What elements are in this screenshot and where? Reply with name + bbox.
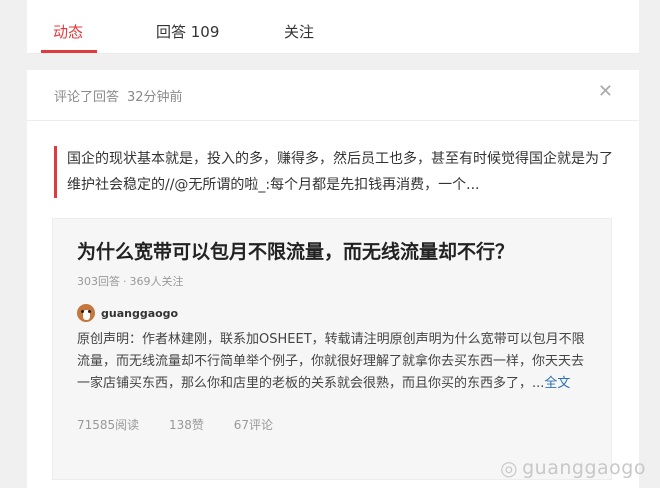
- follower-count: 369人关注: [129, 275, 184, 288]
- author[interactable]: guanggaogo: [77, 303, 178, 323]
- active-tab-indicator: [41, 50, 97, 53]
- answer-count: 303回答: [77, 275, 120, 288]
- tab-following[interactable]: 关注: [284, 0, 314, 54]
- activity-meta: 评论了回答 32分钟前: [54, 86, 183, 105]
- comment-button[interactable]: 67评论: [234, 418, 273, 432]
- excerpt-text: 原创声明：作者林建刚，联系加OSHEET，转载请注明原创声明为什么宽带可以包月不…: [77, 332, 585, 391]
- tab-bar: 动态 回答 109 关注: [27, 0, 639, 54]
- divider: [27, 120, 639, 121]
- question-title[interactable]: 为什么宽带可以包月不限流量，而无线流量却不行？: [77, 237, 514, 264]
- weibo-icon: ◎: [500, 456, 519, 480]
- close-icon[interactable]: ✕: [598, 82, 613, 102]
- answer-actions: 71585阅读 138赞 67评论: [77, 416, 273, 433]
- like-button[interactable]: 138赞: [169, 418, 204, 432]
- avatar[interactable]: [77, 304, 95, 322]
- watermark-text: guanggaogo: [522, 457, 646, 479]
- activity-time: 32分钟前: [127, 90, 183, 105]
- question-stats: 303回答 · 369人关注: [77, 273, 184, 289]
- author-name[interactable]: guanggaogo: [101, 307, 178, 320]
- tab-activity[interactable]: 动态: [53, 0, 83, 54]
- activity-action: 评论了回答: [54, 90, 120, 105]
- comment-text: 国企的现状基本就是，投入的多，赚得多，然后员工也多，甚至有时候觉得国企就是为了维…: [54, 146, 614, 198]
- stats-separator: ·: [123, 275, 127, 288]
- question-card[interactable]: 为什么宽带可以包月不限流量，而无线流量却不行？ 303回答 · 369人关注 gua…: [52, 218, 612, 480]
- activity-card: 评论了回答 32分钟前 ✕ 国企的现状基本就是，投入的多，赚得多，然后员工也多，甚…: [27, 70, 639, 488]
- read-count: 71585阅读: [77, 418, 140, 432]
- read-more-link[interactable]: 全文: [544, 376, 570, 391]
- watermark: ◎ guanggaogo: [500, 456, 646, 480]
- tab-answers[interactable]: 回答 109: [156, 0, 219, 54]
- answer-excerpt: 原创声明：作者林建刚，联系加OSHEET，转载请注明原创声明为什么宽带可以包月不…: [77, 329, 591, 395]
